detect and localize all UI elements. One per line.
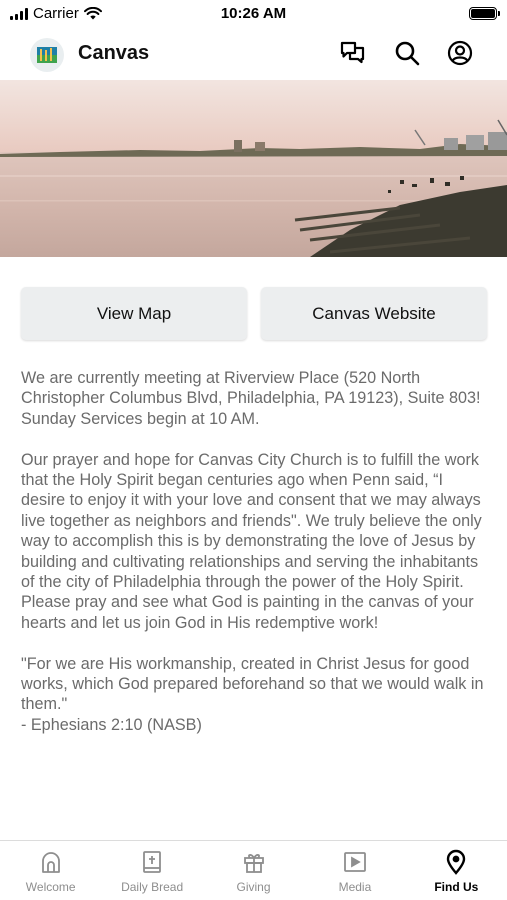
tab-label: Giving: [236, 880, 271, 894]
tab-welcome[interactable]: Welcome: [0, 841, 101, 900]
tab-bar: Welcome Daily Bread Giving Media Find Us: [0, 840, 507, 900]
gift-icon: [241, 849, 267, 875]
chat-bubbles-icon[interactable]: [338, 38, 368, 68]
tab-giving[interactable]: Giving: [203, 841, 304, 900]
app-logo: [30, 38, 64, 72]
status-bar: Carrier 10:26 AM: [0, 0, 507, 28]
battery-icon: [469, 7, 500, 20]
meeting-location-text: We are currently meeting at Riverview Pl…: [21, 369, 481, 428]
tab-label: Find Us: [434, 880, 479, 894]
about-content: We are currently meeting at Riverview Pl…: [21, 368, 491, 735]
tab-label: Media: [338, 880, 372, 894]
view-map-button[interactable]: View Map: [21, 287, 247, 340]
play-icon: [342, 849, 368, 875]
canvas-website-button[interactable]: Canvas Website: [261, 287, 487, 340]
tab-label: Daily Bread: [121, 880, 184, 894]
tab-find-us[interactable]: Find Us: [406, 841, 507, 900]
tab-label: Welcome: [25, 880, 76, 894]
scripture-quote: "For we are His workmanship, created in …: [21, 654, 484, 714]
scripture-citation: - Ephesians 2:10 (NASB): [21, 715, 202, 734]
hero-image: [0, 80, 507, 257]
app-header: Canvas: [0, 30, 507, 78]
app-title: Canvas: [78, 42, 150, 64]
tab-daily-bread[interactable]: Daily Bread: [101, 841, 202, 900]
status-time: 10:26 AM: [220, 5, 287, 22]
profile-icon[interactable]: [445, 38, 475, 68]
tab-media[interactable]: Media: [304, 841, 405, 900]
search-icon[interactable]: [392, 38, 422, 68]
location-pin-icon: [443, 849, 469, 875]
bible-icon: [139, 849, 165, 875]
mission-text: Our prayer and hope for Canvas City Chur…: [21, 450, 482, 632]
church-icon: [38, 849, 64, 875]
